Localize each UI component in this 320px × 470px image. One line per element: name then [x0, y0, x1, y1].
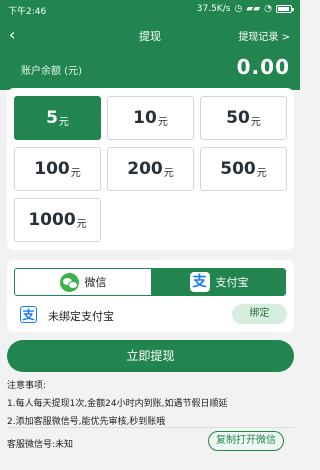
payment-method-tabs: 微信 支 支付宝 [14, 268, 286, 296]
amount-unit: 元 [157, 116, 168, 128]
status-icons: 37.5K/s ◷ ▰▰ ◔ [196, 4, 294, 14]
service-wechat-label: 客服微信号:未知 [7, 440, 74, 450]
amount-option-100[interactable]: 100 元 [14, 147, 101, 191]
alipay-icon: 支 [20, 306, 37, 323]
amount-option-500[interactable]: 500 元 [200, 147, 287, 191]
amount-unit: 元 [250, 116, 261, 128]
amount-unit: 元 [256, 167, 267, 179]
amount-options-card: 5 元 10 元 50 元 100 元 200 元 500 元 1000 元 [7, 88, 294, 250]
battery-icon [276, 5, 294, 13]
payment-method-card: 微信 支 支付宝 支 未绑定支付宝 绑定 [7, 260, 294, 332]
notes-title: 注意事项: [7, 381, 47, 391]
withdraw-now-button[interactable]: 立即提现 [7, 340, 294, 372]
amount-unit: 元 [58, 116, 69, 128]
divider [7, 427, 294, 428]
amount-option-200[interactable]: 200 元 [107, 147, 194, 191]
note-item: 2.添加客服微信号,能优先审核,秒到账哦 [7, 417, 166, 427]
copy-open-wechat-button[interactable]: 复制打开微信 [208, 431, 284, 451]
signal-icon: ▰▰ [246, 4, 261, 14]
bind-button[interactable]: 绑定 [232, 304, 287, 324]
alipay-icon: 支 [189, 272, 210, 292]
network-speed: 37.5K/s [196, 4, 231, 14]
balance-value: 0.00 [236, 55, 290, 79]
amount-option-50[interactable]: 50 元 [200, 96, 287, 140]
wifi-icon: ◔ [264, 4, 272, 14]
amount-option-10[interactable]: 10 元 [107, 96, 194, 140]
amount-value: 500 [220, 159, 256, 179]
navigation-bar: ‹ 提现 提现记录 > [0, 24, 300, 50]
amount-value: 5 [46, 108, 58, 128]
note-item: 1.每人每天提现1次,金额24小时内到账,如遇节假日顺延 [7, 399, 228, 409]
amount-value: 1000 [28, 210, 76, 230]
tab-wechat-label: 微信 [84, 276, 107, 289]
amount-value: 100 [34, 159, 70, 179]
status-bar: 下午2:46 37.5K/s ◷ ▰▰ ◔ [0, 0, 300, 20]
status-time: 下午2:46 [8, 7, 47, 17]
amount-value: 200 [127, 159, 163, 179]
withdraw-record-link[interactable]: 提现记录 > [238, 28, 290, 43]
amount-unit: 元 [163, 167, 174, 179]
amount-value: 10 [133, 108, 157, 128]
header-area: 下午2:46 37.5K/s ◷ ▰▰ ◔ ‹ 提现 提现记录 > 账户余额 (… [0, 0, 300, 90]
amount-option-1000[interactable]: 1000 元 [14, 198, 101, 242]
tab-wechat[interactable]: 微信 [15, 269, 151, 295]
amount-value: 50 [226, 108, 250, 128]
alarm-icon: ◷ [234, 4, 243, 14]
balance-label: 账户余额 (元) [21, 66, 82, 77]
amount-option-5[interactable]: 5 元 [14, 96, 101, 140]
amount-unit: 元 [76, 218, 87, 230]
wechat-icon [59, 272, 79, 292]
notes-section: 注意事项: 1.每人每天提现1次,金额24小时内到账,如遇节假日顺延 2.添加客… [7, 378, 294, 432]
tab-alipay-label: 支付宝 [215, 276, 249, 289]
unbound-alipay-text: 未绑定支付宝 [48, 310, 114, 323]
tab-alipay[interactable]: 支 支付宝 [151, 269, 285, 295]
amount-unit: 元 [70, 167, 81, 179]
